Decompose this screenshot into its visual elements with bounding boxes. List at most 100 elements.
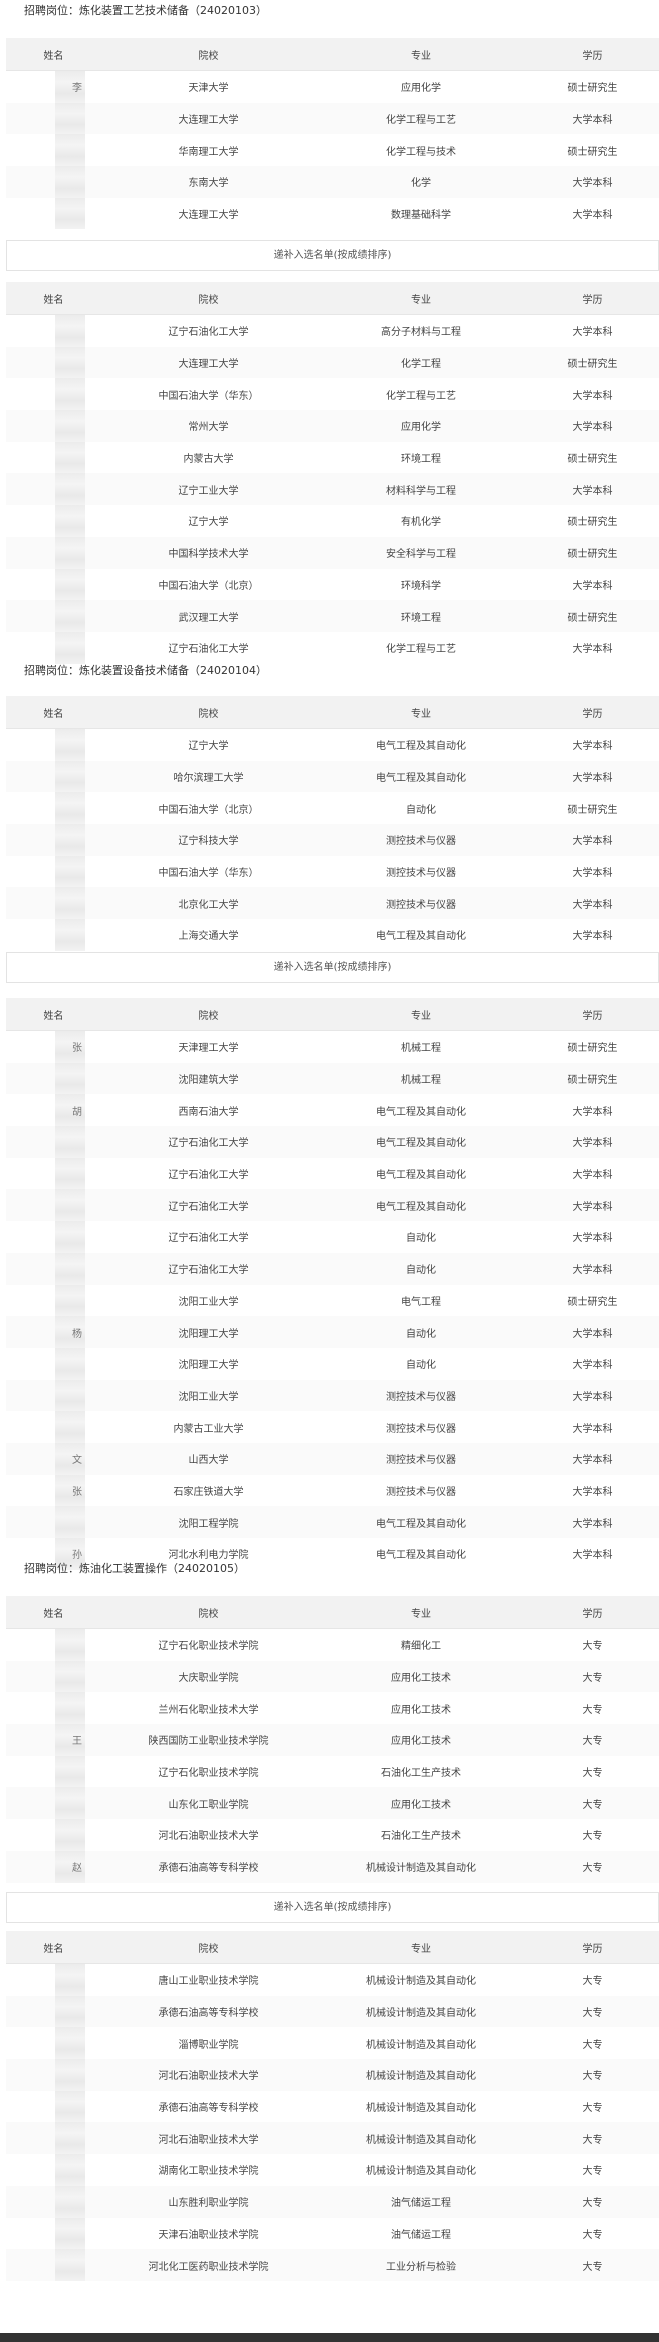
candidate-name: 张: [72, 1486, 82, 1498]
cell-school: 中国石油大学（华东）: [101, 378, 316, 411]
cell-major: 电气工程及其自动化: [316, 1157, 526, 1190]
cell-name: [6, 2217, 101, 2250]
table-row: 沈阳理工大学 自动化 大学本科: [6, 1347, 659, 1380]
cell-school: 辽宁科技大学: [101, 824, 316, 856]
cell-degree: 大学本科: [526, 1506, 659, 1538]
table-header-row: 姓名 院校 专业 学历: [6, 998, 659, 1031]
cell-school: 大庆职业学院: [101, 1660, 316, 1693]
cell-school: 山东胜利职业学院: [101, 2185, 316, 2218]
table-row: 中国石油大学（华东） 化学工程与工艺 大学本科: [6, 378, 659, 411]
table-row: 淄博职业学院 机械设计制造及其自动化 大专: [6, 2027, 659, 2060]
name-redaction-mosaic: [55, 1755, 85, 1788]
cell-major: 化学工程与工艺: [316, 631, 526, 664]
cell-school: 上海交通大学: [101, 919, 316, 951]
supplementary-list-caption: 递补入选名单(按成绩排序): [6, 1892, 659, 1923]
cell-degree: 大专: [526, 1755, 659, 1788]
column-header-major: 专业: [316, 282, 526, 315]
table-row: 东南大学 化学 大学本科: [6, 166, 659, 198]
cell-name: [6, 1819, 101, 1851]
cell-name: [6, 473, 101, 506]
column-header-name: 姓名: [6, 696, 101, 729]
cell-school: 辽宁大学: [101, 505, 316, 537]
cell-school: 辽宁石油化工大学: [101, 314, 316, 347]
name-redaction-mosaic: [55, 2217, 85, 2250]
name-redaction-mosaic: [55, 568, 85, 601]
page-footer-bar: [0, 2333, 659, 2342]
name-redaction-mosaic: [55, 1221, 85, 1253]
name-redaction-mosaic: [55, 1411, 85, 1443]
table-row: 承德石油高等专科学校 机械设计制造及其自动化 大专: [6, 2090, 659, 2123]
table-row: 大庆职业学院 应用化工技术 大专: [6, 1660, 659, 1693]
cell-degree: 大专: [526, 2090, 659, 2123]
cell-school: 中国石油大学（华东）: [101, 855, 316, 888]
name-redaction-mosaic: [55, 315, 85, 347]
candidate-table: 姓名 院校 专业 学历 辽宁大学 电气工程及其自动化 大学本科 哈尔滨理工大学 电气工程及其自动…: [6, 696, 659, 951]
cell-major: 机械设计制造及其自动化: [316, 1995, 526, 2028]
cell-name: [6, 346, 101, 379]
cell-name: [6, 1963, 101, 1996]
column-header-degree: 学历: [526, 998, 659, 1031]
cell-name: [6, 1692, 101, 1725]
cell-name: [6, 314, 101, 347]
cell-degree: 大学本科: [526, 197, 659, 230]
table-row: 辽宁石油化工大学 电气工程及其自动化 大学本科: [6, 1157, 659, 1190]
name-redaction-mosaic: [55, 631, 85, 664]
name-redaction-mosaic: [55, 1506, 85, 1538]
cell-school: 河北石油职业技术大学: [101, 1819, 316, 1851]
cell-name: [6, 1189, 101, 1222]
cell-name: [6, 1347, 101, 1380]
cell-school: 承德石油高等专科学校: [101, 1850, 316, 1883]
cell-degree: 大学本科: [526, 1347, 659, 1380]
cell-degree: 大学本科: [526, 1442, 659, 1475]
cell-school: 兰州石化职业技术大学: [101, 1692, 316, 1725]
column-header-name: 姓名: [6, 282, 101, 315]
cell-name: [6, 568, 101, 601]
cell-name: [6, 197, 101, 230]
cell-major: 应用化工技术: [316, 1660, 526, 1693]
name-redaction-mosaic: [55, 1964, 85, 1996]
candidate-table: 姓名 院校 专业 学历 辽宁石油化工大学 高分子材料与工程 大学本科 大连理工大学 化学工程 硕士…: [6, 282, 659, 664]
cell-school: 大连理工大学: [101, 197, 316, 230]
cell-degree: 大专: [526, 1660, 659, 1693]
cell-degree: 大学本科: [526, 1411, 659, 1443]
table-row: 辽宁石油化工大学 高分子材料与工程 大学本科: [6, 314, 659, 347]
cell-degree: 大学本科: [526, 760, 659, 793]
cell-school: 辽宁石油化工大学: [101, 1221, 316, 1253]
name-redaction-mosaic: [55, 2249, 85, 2281]
table-row: 沈阳建筑大学 机械工程 硕士研究生: [6, 1062, 659, 1095]
table-row: 辽宁科技大学 测控技术与仪器 大学本科: [6, 824, 659, 856]
cell-name: [6, 1221, 101, 1253]
cell-school: 天津大学: [101, 70, 316, 103]
table-row: 山东化工职业学院 应用化工技术 大专: [6, 1787, 659, 1820]
cell-degree: 大学本科: [526, 1094, 659, 1127]
cell-degree: 大学本科: [526, 166, 659, 198]
table-row: 河北石油职业技术大学 机械设计制造及其自动化 大专: [6, 2122, 659, 2155]
name-redaction-mosaic: [55, 1787, 85, 1820]
cell-name: 赵: [6, 1850, 101, 1883]
name-redaction-mosaic: [55, 887, 85, 920]
cell-name: [6, 2122, 101, 2155]
column-header-school: 院校: [101, 282, 316, 315]
cell-school: 沈阳工业大学: [101, 1284, 316, 1317]
cell-school: 辽宁石化职业技术学院: [101, 1755, 316, 1788]
cell-school: 北京化工大学: [101, 887, 316, 920]
cell-major: 测控技术与仪器: [316, 824, 526, 856]
cell-major: 测控技术与仪器: [316, 887, 526, 920]
table-row: 河北石油职业技术大学 机械设计制造及其自动化 大专: [6, 2059, 659, 2091]
cell-name: [6, 1284, 101, 1317]
cell-major: 应用化学: [316, 70, 526, 103]
cell-major: 化学工程与工艺: [316, 102, 526, 135]
cell-name: [6, 441, 101, 474]
cell-degree: 硕士研究生: [526, 792, 659, 825]
cell-name: [6, 1506, 101, 1538]
table-row: 李 天津大学 应用化学 硕士研究生: [6, 70, 659, 103]
table-row: 辽宁石化职业技术学院 精细化工 大专: [6, 1628, 659, 1661]
cell-name: [6, 1755, 101, 1788]
table-row: 山东胜利职业学院 油气储运工程 大专: [6, 2185, 659, 2218]
cell-major: 环境工程: [316, 600, 526, 632]
cell-major: 有机化学: [316, 505, 526, 537]
cell-name: [6, 1628, 101, 1661]
table-row: 内蒙古工业大学 测控技术与仪器 大学本科: [6, 1411, 659, 1443]
cell-major: 自动化: [316, 1252, 526, 1285]
cell-name: [6, 134, 101, 167]
